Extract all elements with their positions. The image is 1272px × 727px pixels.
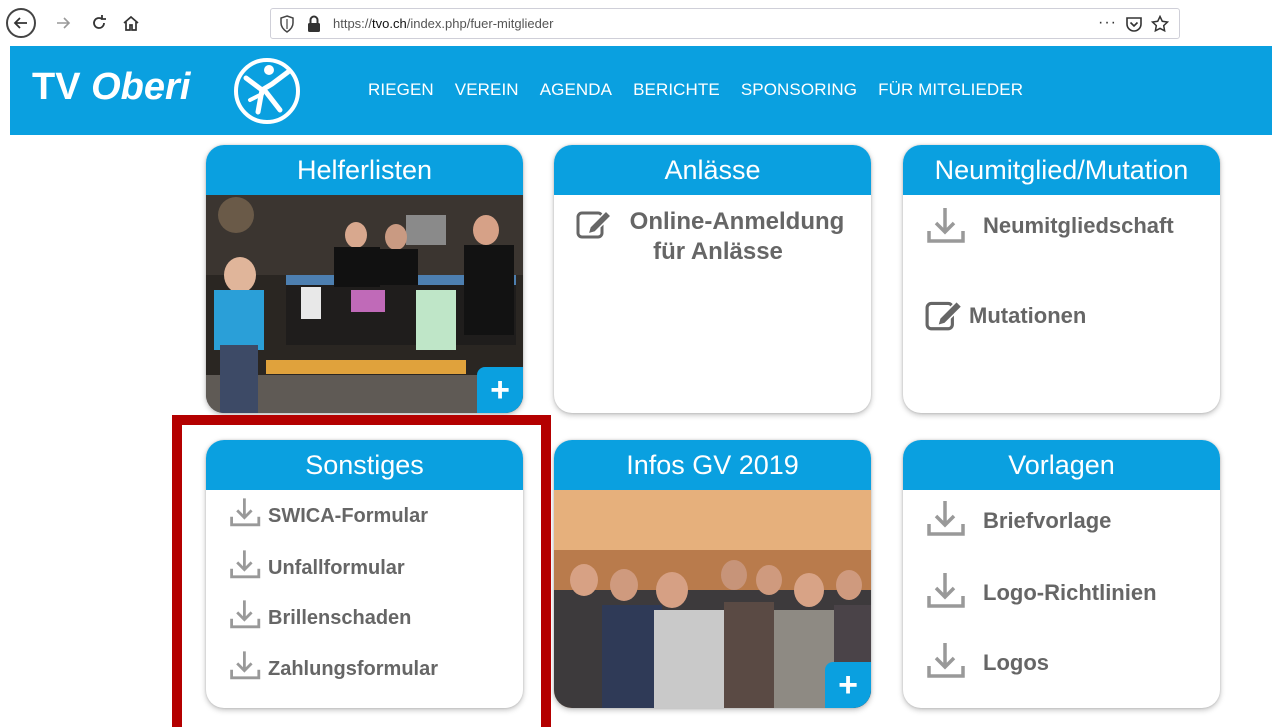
logo-oberi: Oberi (91, 66, 191, 108)
url-bar[interactable]: https://tvo.ch/index.php/fuer-mitglieder… (270, 8, 1180, 39)
nav-berichte[interactable]: BERICHTE (633, 80, 720, 100)
home-button[interactable] (116, 8, 146, 38)
url-domain: tvo.ch (372, 16, 407, 31)
logo-richtlinien-link[interactable]: Logo-Richtlinien (925, 570, 1157, 610)
card-title[interactable]: Neumitglied/Mutation (903, 145, 1220, 195)
nav-sponsoring[interactable]: SPONSORING (741, 80, 857, 100)
forward-icon (57, 17, 71, 29)
logos-link[interactable]: Logos (925, 640, 1049, 680)
neumitgliedschaft-link[interactable]: Neumitgliedschaft (925, 205, 1174, 245)
card-helferlisten: Helferlisten + (206, 145, 523, 413)
page-actions-menu[interactable]: ··· (1098, 14, 1117, 32)
link-line-2: für Anlässe (653, 238, 783, 265)
helferlisten-photo[interactable]: + (206, 195, 523, 413)
link-label: Briefvorlage (983, 508, 1112, 533)
lock-icon[interactable] (307, 15, 321, 33)
link-label: Neumitgliedschaft (983, 213, 1174, 238)
card-infos-gv: Infos GV 2019 + (554, 440, 871, 708)
site-header: TV Oberi RIEGEN VEREIN AGENDA BERICHTE S… (10, 46, 1272, 135)
gymnast-emblem-icon[interactable] (232, 56, 302, 126)
browser-toolbar: https://tvo.ch/index.php/fuer-mitglieder… (0, 0, 1272, 46)
mutationen-link[interactable]: Mutationen (925, 297, 1086, 331)
card-neumitglied: Neumitglied/Mutation Neumitgliedschaft M… (903, 145, 1220, 413)
nav-riegen[interactable]: RIEGEN (368, 80, 434, 100)
reload-button[interactable] (84, 8, 114, 38)
download-icon (927, 643, 965, 678)
assembly-crowd-photo (554, 490, 871, 708)
download-icon (927, 208, 965, 243)
url-text: https://tvo.ch/index.php/fuer-mitglieder (333, 16, 553, 31)
logo-tv: TV (32, 66, 81, 108)
card-title[interactable]: Infos GV 2019 (554, 440, 871, 490)
reload-icon (93, 15, 106, 29)
card-anlaesse: Anlässe Online-Anmeldung für Anlässe (554, 145, 871, 413)
back-button[interactable] (6, 8, 36, 38)
online-anmeldung-link[interactable]: Online-Anmeldung für Anlässe (576, 207, 856, 267)
plus-button[interactable]: + (477, 367, 523, 413)
card-title[interactable]: Helferlisten (206, 145, 523, 195)
download-icon (927, 501, 965, 536)
edit-icon (576, 209, 613, 239)
nav-fuer-mitglieder[interactable]: FÜR MITGLIEDER (878, 80, 1023, 100)
pocket-icon[interactable] (1125, 15, 1143, 33)
nav-verein[interactable]: VEREIN (455, 80, 519, 100)
back-icon (13, 17, 27, 29)
link-label: Mutationen (969, 303, 1087, 328)
star-icon[interactable] (1151, 15, 1169, 33)
nav-agenda[interactable]: AGENDA (540, 80, 612, 100)
card-title[interactable]: Anlässe (554, 145, 871, 195)
plus-button[interactable]: + (825, 662, 871, 708)
site-logo[interactable]: TV Oberi (32, 66, 190, 109)
edit-icon (925, 300, 963, 331)
url-path: /index.php/fuer-mitglieder (406, 16, 554, 31)
card-title[interactable]: Vorlagen (903, 440, 1220, 490)
link-label: Logo-Richtlinien (983, 580, 1157, 605)
helpers-booth-photo (206, 195, 523, 413)
highlight-box (172, 415, 551, 727)
link-line-1: Online-Anmeldung (629, 208, 845, 235)
url-scheme: https:// (333, 16, 373, 31)
download-icon (927, 573, 965, 608)
shield-icon[interactable] (279, 15, 295, 33)
plus-icon: + (838, 665, 858, 704)
briefvorlage-link[interactable]: Briefvorlage (925, 498, 1111, 538)
plus-icon: + (490, 370, 510, 409)
home-icon (123, 15, 139, 31)
infos-gv-photo[interactable]: + (554, 490, 871, 708)
card-vorlagen: Vorlagen Briefvorlage Logo-Richtlinien L… (903, 440, 1220, 708)
link-label: Logos (983, 650, 1049, 675)
forward-button[interactable] (48, 8, 78, 38)
main-nav: RIEGEN VEREIN AGENDA BERICHTE SPONSORING… (368, 80, 1044, 100)
